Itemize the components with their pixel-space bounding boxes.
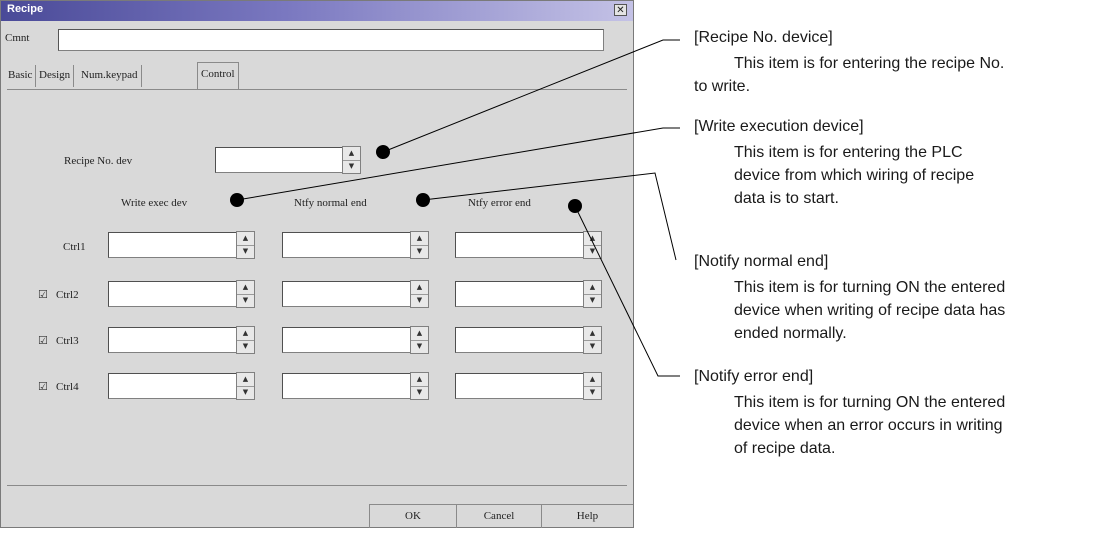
ctrl2-notify-normal-input[interactable] [282, 281, 411, 307]
note-recipe-no-body: This item is for entering the recipe No.… [694, 52, 1104, 98]
ctrl4-notify-error-spinner[interactable]: ▲ ▼ [583, 372, 602, 400]
ctrl4-notify-normal-input[interactable] [282, 373, 411, 399]
comment-input[interactable] [58, 29, 604, 51]
note-write-exec-body: This item is for entering the PLC device… [734, 141, 1104, 210]
button-bar: OK Cancel Help [1, 504, 633, 528]
ctrl3-notify-error-input[interactable] [455, 327, 584, 353]
spin-down-icon[interactable]: ▼ [411, 386, 428, 399]
spin-up-icon[interactable]: ▲ [237, 373, 254, 387]
ok-button[interactable]: OK [369, 504, 456, 528]
ctrl1-notify-normal-input[interactable] [282, 232, 411, 258]
spin-down-icon[interactable]: ▼ [584, 294, 601, 307]
note-line: to write. [694, 78, 751, 95]
spin-down-icon[interactable]: ▼ [237, 245, 254, 258]
spin-up-icon[interactable]: ▲ [237, 327, 254, 341]
note-line: of recipe data. [734, 440, 836, 457]
note-line: data is to start. [734, 190, 839, 207]
spin-up-icon[interactable]: ▲ [411, 327, 428, 341]
ctrl2-notify-normal-spinner[interactable]: ▲ ▼ [410, 280, 429, 308]
cancel-button[interactable]: Cancel [456, 504, 541, 528]
ctrl3-checkbox[interactable]: ☑ [38, 334, 48, 347]
note-line: device when writing of recipe data has [734, 302, 1006, 319]
tab-num-keypad[interactable]: Num.keypad [78, 65, 142, 87]
spin-down-icon[interactable]: ▼ [584, 386, 601, 399]
column-notify-error: Ntfy error end [468, 197, 531, 209]
ctrl2-notify-error-input[interactable] [455, 281, 584, 307]
tab-basic[interactable]: Basic [5, 65, 37, 87]
spin-up-icon[interactable]: ▲ [237, 232, 254, 246]
spin-down-icon[interactable]: ▼ [343, 160, 360, 173]
ctrl1-notify-normal-spinner[interactable]: ▲ ▼ [410, 231, 429, 259]
ctrl3-notify-normal-input[interactable] [282, 327, 411, 353]
ctrl4-write-exec-spinner[interactable]: ▲ ▼ [236, 372, 255, 400]
ctrl3-write-exec-spinner[interactable]: ▲ ▼ [236, 326, 255, 354]
note-recipe-no-title: [Recipe No. device] [694, 29, 833, 46]
ctrl3-write-exec-input[interactable] [108, 327, 237, 353]
spin-down-icon[interactable]: ▼ [237, 340, 254, 353]
spin-up-icon[interactable]: ▲ [237, 281, 254, 295]
column-write-exec: Write exec dev [121, 197, 188, 209]
spin-up-icon[interactable]: ▲ [411, 232, 428, 246]
note-line: This item is for turning ON the entered [734, 279, 1006, 296]
spin-down-icon[interactable]: ▼ [584, 245, 601, 258]
title-bar[interactable]: Recipe ✕ [1, 1, 633, 21]
spin-down-icon[interactable]: ▼ [584, 340, 601, 353]
note-line: device when an error occurs in writing [734, 417, 1003, 434]
row-ctrl4-label: Ctrl4 [56, 381, 79, 393]
ctrl1-notify-error-input[interactable] [455, 232, 584, 258]
note-notify-error-body: This item is for turning ON the entered … [734, 391, 1104, 460]
note-line: This item is for turning ON the entered [734, 394, 1006, 411]
ctrl1-notify-error-spinner[interactable]: ▲ ▼ [583, 231, 602, 259]
comment-label: Cmnt [5, 32, 30, 44]
ctrl3-notify-normal-spinner[interactable]: ▲ ▼ [410, 326, 429, 354]
ctrl4-checkbox[interactable]: ☑ [38, 380, 48, 393]
column-notify-normal: Ntfy normal end [294, 197, 367, 209]
recipe-dialog: Recipe ✕ Cmnt Basic Design Num.keypad Co… [0, 0, 634, 528]
dialog-title: Recipe [7, 3, 44, 15]
spin-down-icon[interactable]: ▼ [237, 386, 254, 399]
ctrl2-write-exec-input[interactable] [108, 281, 237, 307]
ctrl4-write-exec-input[interactable] [108, 373, 237, 399]
ctrl4-notify-error-input[interactable] [455, 373, 584, 399]
row-ctrl3-label: Ctrl3 [56, 335, 79, 347]
help-button[interactable]: Help [541, 504, 633, 528]
recipe-no-label: Recipe No. dev [64, 155, 133, 167]
note-line: This item is for entering the recipe No. [734, 55, 1005, 72]
ctrl1-write-exec-spinner[interactable]: ▲ ▼ [236, 231, 255, 259]
recipe-no-spinner[interactable]: ▲ ▼ [342, 146, 361, 174]
spin-up-icon[interactable]: ▲ [584, 232, 601, 246]
recipe-no-input[interactable] [215, 147, 343, 173]
note-notify-normal-title: [Notify normal end] [694, 253, 829, 270]
ctrl4-notify-normal-spinner[interactable]: ▲ ▼ [410, 372, 429, 400]
ctrl1-write-exec-input[interactable] [108, 232, 237, 258]
spin-down-icon[interactable]: ▼ [411, 294, 428, 307]
close-icon[interactable]: ✕ [614, 4, 627, 16]
spin-up-icon[interactable]: ▲ [411, 281, 428, 295]
note-notify-normal-body: This item is for turning ON the entered … [734, 276, 1104, 345]
tab-design[interactable]: Design [36, 65, 75, 87]
note-line: This item is for entering the PLC [734, 144, 963, 161]
spin-up-icon[interactable]: ▲ [411, 373, 428, 387]
spin-up-icon[interactable]: ▲ [584, 281, 601, 295]
tab-control[interactable]: Control [197, 62, 239, 89]
note-write-exec-title: [Write execution device] [694, 118, 864, 135]
spin-down-icon[interactable]: ▼ [411, 340, 428, 353]
spin-up-icon[interactable]: ▲ [584, 327, 601, 341]
note-line: ended normally. [734, 325, 847, 342]
ctrl3-notify-error-spinner[interactable]: ▲ ▼ [583, 326, 602, 354]
row-ctrl2-label: Ctrl2 [56, 289, 79, 301]
ctrl2-checkbox[interactable]: ☑ [38, 288, 48, 301]
spin-up-icon[interactable]: ▲ [343, 147, 360, 161]
note-notify-error-title: [Notify error end] [694, 368, 814, 385]
spin-up-icon[interactable]: ▲ [584, 373, 601, 387]
ctrl2-write-exec-spinner[interactable]: ▲ ▼ [236, 280, 255, 308]
row-ctrl1-label: Ctrl1 [63, 241, 86, 253]
ctrl2-notify-error-spinner[interactable]: ▲ ▼ [583, 280, 602, 308]
spin-down-icon[interactable]: ▼ [411, 245, 428, 258]
note-line: device from which wiring of recipe [734, 167, 975, 184]
spin-down-icon[interactable]: ▼ [237, 294, 254, 307]
